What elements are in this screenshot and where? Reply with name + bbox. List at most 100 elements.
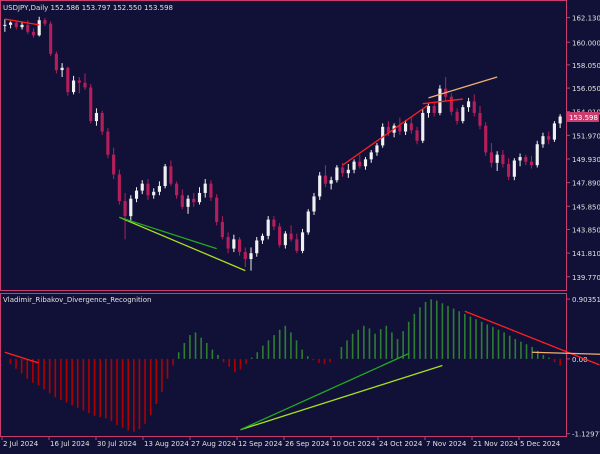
candle-body — [112, 154, 116, 175]
time-tick-label: 24 Oct 2024 — [379, 440, 423, 448]
candle-body — [363, 159, 368, 167]
candle-body — [123, 201, 127, 217]
candle-body — [455, 111, 459, 122]
candle-body — [552, 123, 556, 140]
candle-body — [134, 190, 139, 199]
candle-body — [312, 196, 316, 212]
candle-body — [54, 53, 58, 71]
candle-body — [20, 24, 24, 28]
candle-body — [232, 239, 236, 249]
chart-background — [0, 0, 600, 450]
candle-body — [478, 112, 482, 126]
candle-body — [180, 195, 184, 207]
candle-body — [197, 192, 202, 203]
time-tick-label: 21 Nov 2024 — [473, 440, 518, 448]
candle-body — [398, 125, 402, 132]
price-tick-label: 160.000 — [572, 39, 600, 47]
candle-body — [94, 112, 99, 122]
candle-body — [404, 123, 408, 132]
candle-body — [535, 144, 539, 166]
candle-body — [501, 154, 505, 164]
indicator-title: Vladimir_Ribakov_Divergence_Recognition — [3, 296, 151, 304]
candle-body — [278, 226, 282, 246]
symbol-info: USDJPY,Daily 152.586 153.797 152.550 153… — [3, 4, 173, 12]
candle-body — [426, 106, 431, 113]
time-tick-label: 2 Jul 2024 — [3, 440, 39, 448]
candle-body — [432, 106, 436, 113]
candle-body — [37, 20, 41, 36]
candle-body — [352, 161, 356, 170]
chart-svg: 162.130160.000158.050156.050154.010151.9… — [0, 0, 600, 450]
candle-body — [215, 197, 219, 222]
candle-body — [89, 87, 93, 122]
candle-body — [249, 253, 253, 260]
candle-body — [175, 183, 179, 196]
candle-body — [358, 161, 362, 167]
current-price-label: 153.598 — [569, 114, 598, 122]
candle-body — [83, 82, 87, 88]
candle-body — [449, 96, 453, 112]
candle-body — [14, 22, 18, 28]
time-tick-label: 27 Aug 2024 — [191, 440, 236, 448]
candle-body — [318, 175, 322, 197]
candle-body — [346, 169, 350, 174]
candle-body — [106, 131, 110, 155]
price-tick-label: 145.850 — [572, 203, 600, 211]
time-tick-label: 13 Aug 2024 — [144, 440, 189, 448]
time-tick-label: 30 Jul 2024 — [97, 440, 137, 448]
candle-body — [157, 185, 161, 192]
indicator-tick-label: 0.903519 — [572, 296, 600, 304]
candle-body — [169, 166, 173, 184]
candle-body — [558, 116, 562, 124]
candle-body — [272, 219, 276, 227]
candle-body — [466, 101, 471, 108]
candle-body — [243, 252, 247, 260]
candle-body — [524, 157, 528, 162]
time-tick-label: 7 Nov 2024 — [426, 440, 467, 448]
indicator-tick-label: -1.12977 — [572, 431, 600, 439]
candle-body — [117, 174, 121, 202]
candle-body — [461, 107, 465, 122]
candle-body — [26, 24, 30, 32]
candle-body — [163, 166, 167, 186]
candle-body — [415, 130, 419, 141]
price-tick-label: 139.770 — [572, 274, 600, 282]
candle-body — [529, 161, 534, 166]
candle-body — [409, 123, 413, 131]
candle-body — [283, 233, 287, 246]
candle-body — [66, 67, 70, 93]
candle-body — [472, 101, 476, 113]
candle-body — [495, 154, 499, 163]
time-tick-label: 12 Sep 2024 — [238, 440, 283, 448]
candle-body — [209, 183, 213, 198]
candle-body — [9, 22, 13, 25]
candle-body — [192, 198, 196, 203]
candle-body — [484, 125, 488, 153]
candle-body — [421, 112, 425, 141]
price-tick-label: 149.930 — [572, 156, 600, 164]
candle-body — [49, 23, 53, 54]
candle-body — [260, 235, 265, 241]
candle-body — [512, 160, 516, 177]
time-tick-label: 5 Dec 2024 — [520, 440, 561, 448]
candle-body — [300, 232, 305, 251]
candle-body — [375, 145, 379, 153]
candle-body — [335, 167, 339, 181]
candle-body — [186, 198, 190, 207]
candle-body — [541, 136, 545, 145]
candle-body — [255, 240, 259, 254]
candle-body — [295, 239, 299, 251]
time-tick-label: 26 Sep 2024 — [285, 440, 330, 448]
trading-chart: 162.130160.000158.050156.050154.010151.9… — [0, 0, 600, 450]
candle-body — [323, 175, 328, 184]
candle-body — [438, 88, 442, 113]
candle-body — [237, 239, 242, 253]
candle-body — [43, 20, 47, 24]
candle-body — [71, 80, 76, 93]
candle-body — [369, 152, 373, 160]
candle-body — [77, 80, 81, 83]
candle-body — [203, 183, 207, 193]
candle-body — [518, 157, 522, 161]
candle-body — [306, 211, 310, 233]
price-tick-label: 147.890 — [572, 180, 600, 188]
